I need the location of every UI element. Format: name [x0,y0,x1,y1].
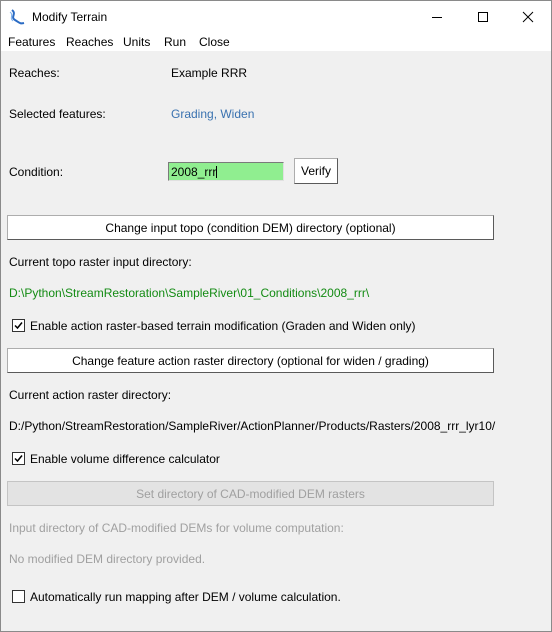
title-bar: Modify Terrain [1,1,551,32]
auto-run-checkbox-label[interactable]: Automatically run mapping after DEM / vo… [30,590,341,604]
condition-label: Condition: [9,165,64,179]
river-icon [9,9,25,25]
volume-calculator-checkbox-label[interactable]: Enable volume difference calculator [30,452,220,466]
selected-features-label: Selected features: [9,107,106,121]
maximize-icon [478,11,488,22]
close-icon [522,11,534,22]
text-caret [216,166,218,178]
menu-bar: Features Reaches Units Run Close [1,32,551,51]
action-raster-directory-label: Current action raster directory: [9,388,172,402]
reaches-label: Reaches: [9,66,60,80]
close-window-button[interactable] [505,1,551,32]
menu-reaches[interactable]: Reaches [66,35,113,49]
set-cad-dem-directory-button[interactable]: Set directory of CAD-modified DEM raster… [7,481,494,506]
action-raster-checkbox[interactable] [12,319,25,332]
volume-calculator-checkbox[interactable] [12,452,25,465]
maximize-button[interactable] [460,1,506,32]
change-action-raster-directory-label: Change feature action raster directory (… [72,353,429,368]
condition-input-value: 2008_rrr [171,165,217,179]
action-raster-checkbox-label[interactable]: Enable action raster-based terrain modif… [30,319,416,333]
menu-units[interactable]: Units [123,35,150,49]
checkmark-icon [14,455,23,463]
modify-terrain-window: Modify Terrain Features Reaches Units Ru… [0,0,552,632]
set-cad-dem-directory-label: Set directory of CAD-modified DEM raster… [136,486,365,501]
topo-directory-label: Current topo raster input directory: [9,255,192,269]
auto-run-checkbox[interactable] [12,590,25,603]
change-topo-directory-label: Change input topo (condition DEM) direct… [105,220,396,235]
verify-button-label: Verify [300,164,331,178]
change-topo-directory-button[interactable]: Change input topo (condition DEM) direct… [7,215,494,240]
menu-features[interactable]: Features [8,35,55,49]
checkmark-icon [14,322,23,330]
change-action-raster-directory-button[interactable]: Change feature action raster directory (… [7,348,494,373]
verify-button[interactable]: Verify [294,158,338,184]
reaches-value: Example RRR [171,66,248,80]
minimize-button[interactable] [414,1,460,32]
minimize-icon [432,16,442,18]
action-raster-directory-value: D:/Python/StreamRestoration/SampleRiver/… [9,419,496,433]
cad-dem-directory-label: Input directory of CAD-modified DEMs for… [9,521,344,535]
menu-close[interactable]: Close [199,35,230,49]
condition-input[interactable]: 2008_rrr [168,162,284,181]
window-title: Modify Terrain [32,10,108,24]
menu-run[interactable]: Run [164,35,186,49]
topo-directory-value: D:\Python\StreamRestoration\SampleRiver\… [9,286,370,300]
cad-dem-directory-value: No modified DEM directory provided. [9,552,206,566]
selected-features-value: Grading, Widen [171,107,255,121]
